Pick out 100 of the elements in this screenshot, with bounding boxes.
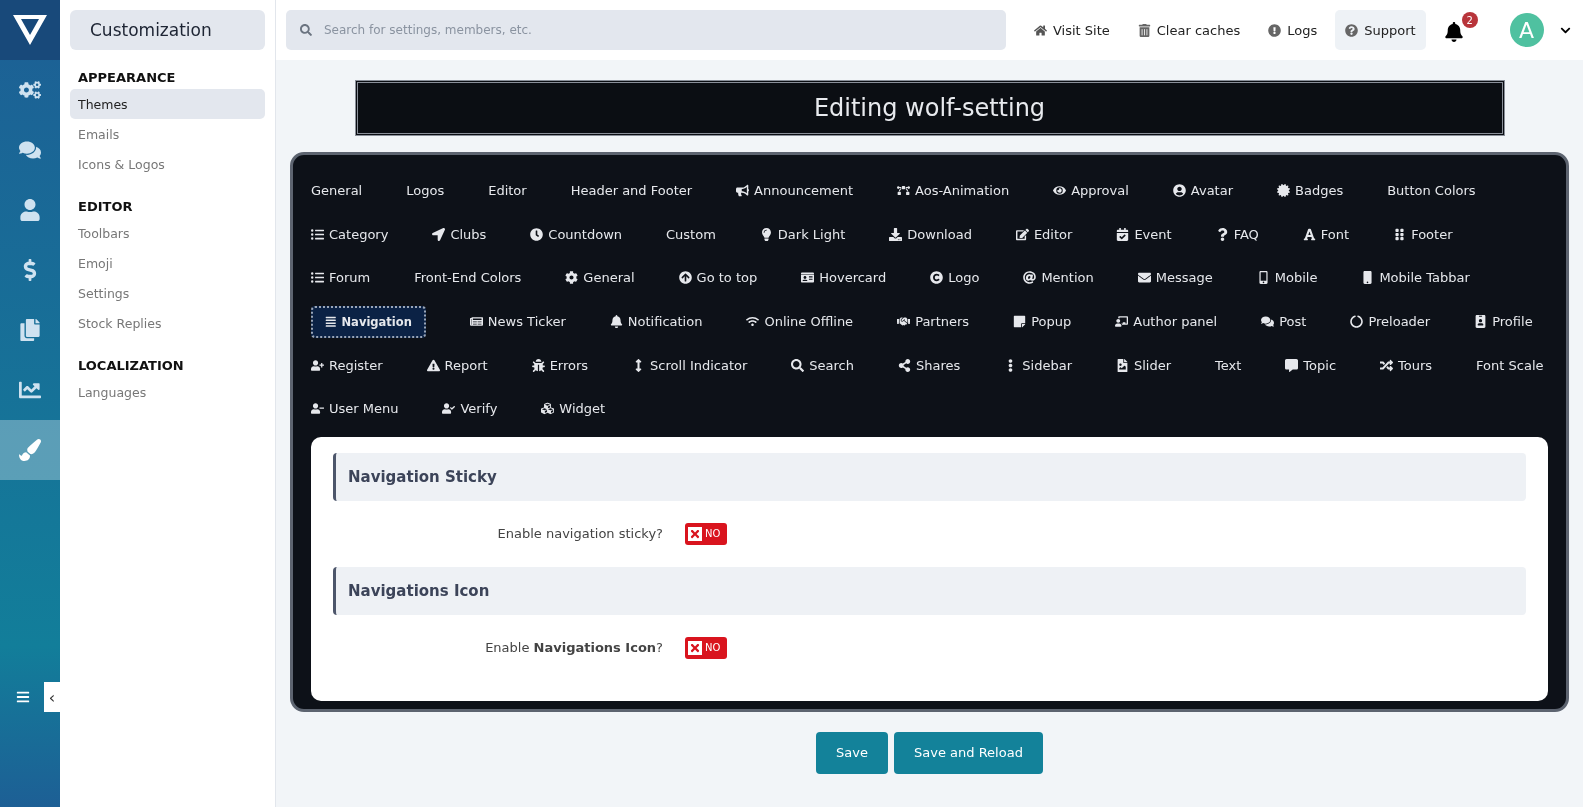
toggle-switch[interactable]: NO xyxy=(685,522,727,545)
user-minus-icon xyxy=(311,402,324,416)
tab[interactable]: Dark Light xyxy=(759,212,846,256)
tab[interactable]: Verify xyxy=(442,387,498,431)
nav-rail-item[interactable] xyxy=(0,420,60,480)
id-card-icon xyxy=(801,271,815,285)
tab[interactable]: Message xyxy=(1137,256,1213,300)
tab[interactable]: Editor xyxy=(1015,212,1073,256)
tab[interactable]: Badges xyxy=(1277,169,1344,213)
tab[interactable]: Shares xyxy=(898,343,961,387)
tab[interactable]: Report xyxy=(426,343,488,387)
tab[interactable]: Download xyxy=(889,212,972,256)
tab[interactable]: Countdown xyxy=(530,212,623,256)
sidebar-item[interactable]: Toolbars xyxy=(70,218,265,248)
bug-icon xyxy=(531,358,545,372)
bell-icon xyxy=(1443,22,1464,42)
tab[interactable]: General xyxy=(565,256,635,300)
top-link[interactable]: Logs xyxy=(1258,10,1328,50)
save-button[interactable]: Save xyxy=(816,731,888,774)
tab[interactable]: Hovercard xyxy=(801,256,887,300)
tab[interactable]: Logo xyxy=(930,256,980,300)
top-link[interactable]: Clear caches xyxy=(1127,10,1251,50)
help-icon xyxy=(1345,23,1359,37)
page-title: Editing wolf-setting xyxy=(354,80,1505,136)
tab[interactable]: Partners xyxy=(897,299,970,343)
tab[interactable]: Category xyxy=(311,212,389,256)
tab[interactable]: Text xyxy=(1215,343,1242,387)
save-reload-button[interactable]: Save and Reload xyxy=(894,731,1043,774)
tab[interactable]: Topic xyxy=(1285,343,1337,387)
tab[interactable]: User Menu xyxy=(311,387,399,431)
tab[interactable]: Logos xyxy=(406,169,445,213)
arrow-up-icon xyxy=(678,271,692,285)
sidebar-item[interactable]: Emoji xyxy=(70,248,265,278)
tab[interactable]: Author panel xyxy=(1115,299,1218,343)
wifi-icon xyxy=(746,314,760,328)
tab[interactable]: General xyxy=(311,169,363,213)
share-icon xyxy=(898,358,911,372)
tab[interactable]: Profile xyxy=(1474,299,1533,343)
collapse-button[interactable]: ‹ xyxy=(44,682,60,712)
tab[interactable]: Approval xyxy=(1053,169,1129,213)
tab[interactable]: Popup xyxy=(1013,299,1072,343)
tab[interactable]: Mobile xyxy=(1256,256,1318,300)
tab[interactable]: Event xyxy=(1116,212,1172,256)
tab[interactable]: Custom xyxy=(666,212,716,256)
tab[interactable]: Clubs xyxy=(432,212,487,256)
sidebar-item[interactable]: Icons & Logos xyxy=(70,149,265,179)
edit-icon xyxy=(1015,227,1029,241)
tab[interactable]: Preloader xyxy=(1350,299,1431,343)
tab[interactable]: Font Scale xyxy=(1476,343,1544,387)
tab[interactable]: Button Colors xyxy=(1387,169,1476,213)
grip-icon xyxy=(1393,227,1407,241)
sidebar-item[interactable]: Emails xyxy=(70,119,265,149)
menu-icon[interactable] xyxy=(16,690,30,704)
tab[interactable]: Announcement xyxy=(736,169,854,213)
top-link[interactable]: Visit Site xyxy=(1024,10,1120,50)
tab[interactable]: Notification xyxy=(609,299,703,343)
tab[interactable]: Slider xyxy=(1116,343,1172,387)
tab[interactable]: Search xyxy=(791,343,854,387)
newspaper-icon xyxy=(469,314,483,328)
tab[interactable]: Go to top xyxy=(678,256,758,300)
search-icon xyxy=(300,24,312,36)
toggle-switch[interactable]: NO xyxy=(685,636,727,659)
tab[interactable]: Header and Footer xyxy=(570,169,693,213)
tab[interactable]: Tours xyxy=(1380,343,1433,387)
sidebar-heading: LOCALIZATION xyxy=(78,358,185,373)
tab[interactable]: Avatar xyxy=(1172,169,1233,213)
home-icon xyxy=(1034,23,1047,37)
sidebar-item[interactable]: Stock Replies xyxy=(70,308,265,338)
tab[interactable]: Sidebar xyxy=(1004,343,1072,387)
tab[interactable]: Post xyxy=(1261,299,1307,343)
tab[interactable]: Footer xyxy=(1393,212,1453,256)
tab[interactable]: Font xyxy=(1302,212,1350,256)
sidebar-item[interactable]: Themes xyxy=(70,89,265,119)
lines-icon xyxy=(325,315,337,328)
sidebar-item[interactable]: Languages xyxy=(70,377,265,407)
tab[interactable]: Scroll Indicator xyxy=(632,343,748,387)
comment-icon xyxy=(1285,358,1299,372)
tab[interactable]: Mention xyxy=(1023,256,1094,300)
tab[interactable]: Register xyxy=(311,343,383,387)
search-field[interactable]: Search for settings, members, etc. xyxy=(286,10,1006,50)
tab[interactable]: Forum xyxy=(311,256,371,300)
tab[interactable]: Errors xyxy=(531,343,589,387)
lightbulb-icon xyxy=(759,227,773,241)
list-icon xyxy=(311,271,324,285)
trash-icon xyxy=(1137,23,1151,37)
tab[interactable]: News Ticker xyxy=(469,299,566,343)
tab[interactable]: Editor xyxy=(488,169,527,213)
tab[interactable]: Widget xyxy=(541,387,606,431)
top-link[interactable]: Support xyxy=(1335,10,1426,50)
tab[interactable]: Aos-Animation xyxy=(897,169,1010,213)
tab[interactable]: Navigation xyxy=(311,305,426,338)
sidebar-item[interactable]: Settings xyxy=(70,278,265,308)
speech-bubbles-icon xyxy=(19,139,41,161)
notification-bell[interactable]: 2 xyxy=(1443,12,1478,48)
tab[interactable]: Mobile Tabbar xyxy=(1361,256,1470,300)
id-badge-icon xyxy=(1474,314,1488,328)
tab[interactable]: FAQ xyxy=(1215,212,1259,256)
tab[interactable]: Front-End Colors xyxy=(414,256,522,300)
tab[interactable]: Online Offline xyxy=(746,299,854,343)
copy-icon xyxy=(19,319,41,341)
